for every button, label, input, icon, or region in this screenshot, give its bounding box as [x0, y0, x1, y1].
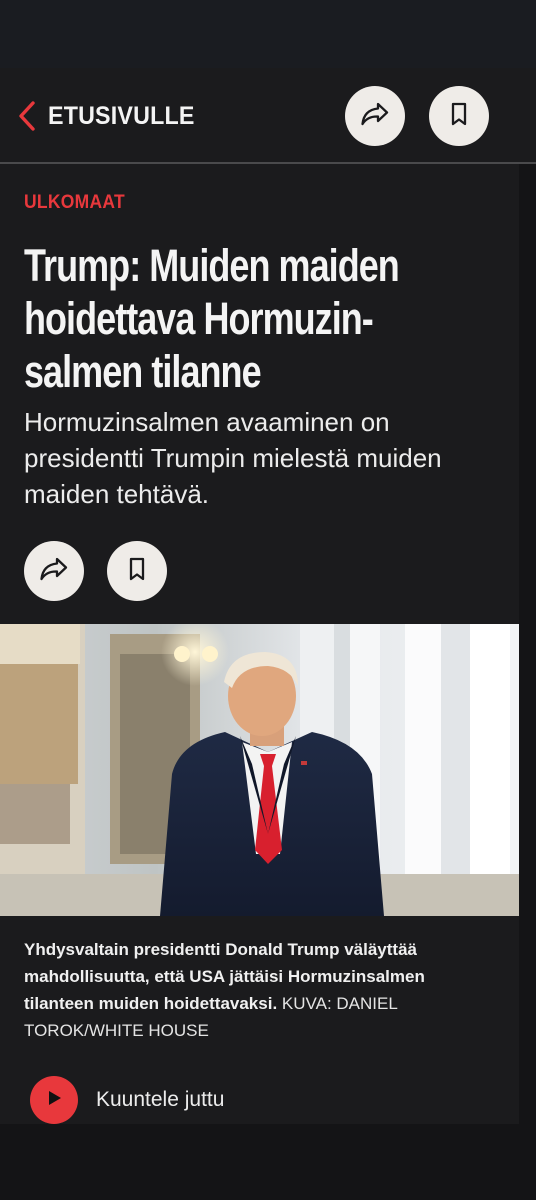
listen-article-button[interactable]: Kuuntele juttu: [30, 1076, 224, 1124]
article: ULKOMAAT Trump: Muiden maiden hoidettava…: [0, 164, 519, 1124]
photo-illustration: [0, 624, 519, 916]
back-link-label: ETUSIVULLE: [48, 101, 195, 130]
article-headline: Trump: Muiden maiden hoidettava Hormuzin…: [24, 240, 400, 397]
bookmark-icon: [126, 556, 148, 587]
article-share-button[interactable]: [24, 541, 84, 601]
article-bookmark-button[interactable]: [107, 541, 167, 601]
bookmark-icon: [448, 101, 470, 132]
share-arrow-icon: [359, 100, 391, 133]
scrollbar-track[interactable]: [519, 164, 536, 1124]
article-main-photo[interactable]: [0, 624, 519, 916]
share-arrow-icon: [38, 555, 70, 588]
chevron-left-icon: [18, 100, 36, 132]
share-button[interactable]: [345, 86, 405, 146]
photo-caption: Yhdysvaltain presidentti Donald Trump vä…: [24, 936, 494, 1044]
article-category[interactable]: ULKOMAAT: [24, 192, 125, 214]
top-navigation: ETUSIVULLE: [0, 68, 536, 164]
article-lead: Hormuzinsalmen avaaminen on presidentti …: [24, 407, 442, 509]
bookmark-button[interactable]: [429, 86, 489, 146]
status-bar: [0, 0, 536, 68]
play-button[interactable]: [30, 1076, 78, 1124]
listen-label: Kuuntele juttu: [96, 1088, 225, 1111]
back-to-front-page-link[interactable]: ETUSIVULLE: [18, 98, 206, 134]
play-icon: [45, 1089, 63, 1112]
bottom-area: [0, 1124, 536, 1200]
